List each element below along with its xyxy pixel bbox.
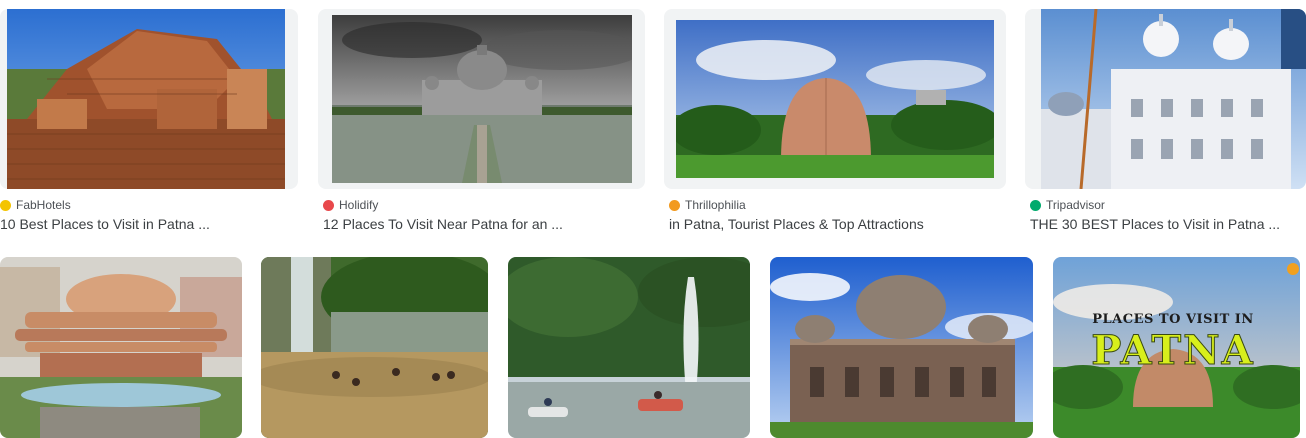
result-image-golghar[interactable]	[676, 20, 994, 178]
result-source-label: Thrillophilia	[685, 198, 746, 212]
result-source[interactable]: Holidify	[323, 198, 378, 212]
result-card-5[interactable]	[0, 257, 242, 438]
result-thumbnail-frame	[664, 9, 1006, 189]
result-card-1[interactable]: FabHotels 10 Best Places to Visit in Pat…	[0, 0, 300, 240]
result-card-8[interactable]	[770, 257, 1033, 438]
result-source[interactable]: Thrillophilia	[669, 198, 746, 212]
result-image-planetarium[interactable]	[0, 257, 242, 438]
tripadvisor-favicon-icon	[1030, 199, 1041, 211]
result-card-2[interactable]: Holidify 12 Places To Visit Near Patna f…	[318, 0, 648, 240]
result-card-6[interactable]	[261, 257, 488, 438]
result-thumbnail-frame	[318, 9, 645, 189]
result-title[interactable]: 12 Places To Visit Near Patna for an ...	[323, 216, 643, 232]
result-image-patna-banner[interactable]: PLACES TO VISIT IN PATNA	[1053, 257, 1300, 438]
result-thumbnail-frame	[0, 9, 298, 189]
result-source-label: FabHotels	[16, 198, 71, 212]
result-image-nalanda[interactable]	[7, 9, 285, 189]
result-title[interactable]: in Patna, Tourist Places & Top Attractio…	[669, 216, 1004, 232]
result-source-label: Holidify	[339, 198, 379, 212]
result-title[interactable]: 10 Best Places to Visit in Patna ...	[0, 216, 290, 232]
result-image-fountain[interactable]	[508, 257, 750, 438]
result-card-7[interactable]	[508, 257, 750, 438]
holidify-favicon-icon	[323, 199, 334, 211]
result-card-4[interactable]: Tripadvisor THE 30 BEST Places to Visit …	[1025, 0, 1306, 240]
result-image-tomb-lake[interactable]	[332, 15, 632, 183]
result-title[interactable]: THE 30 BEST Places to Visit in Patna ...	[1030, 216, 1306, 232]
banner-heading-line1: PLACES TO VISIT IN	[1092, 312, 1254, 327]
result-source[interactable]: Tripadvisor	[1030, 198, 1105, 212]
result-image-monument[interactable]	[770, 257, 1033, 438]
result-thumbnail-frame	[1025, 9, 1306, 189]
fabhotels-favicon-icon	[0, 199, 11, 211]
result-card-9[interactable]: PLACES TO VISIT IN PATNA	[1053, 257, 1300, 438]
result-source-label: Tripadvisor	[1046, 198, 1105, 212]
banner-heading-line2: PATNA	[1091, 327, 1255, 375]
result-image-waterfall[interactable]	[261, 257, 488, 438]
thrillophilia-favicon-icon	[669, 199, 680, 211]
result-card-3[interactable]: Thrillophilia in Patna, Tourist Places &…	[664, 0, 1009, 240]
result-source[interactable]: FabHotels	[0, 198, 71, 212]
result-image-gurudwara[interactable]	[1041, 9, 1306, 189]
